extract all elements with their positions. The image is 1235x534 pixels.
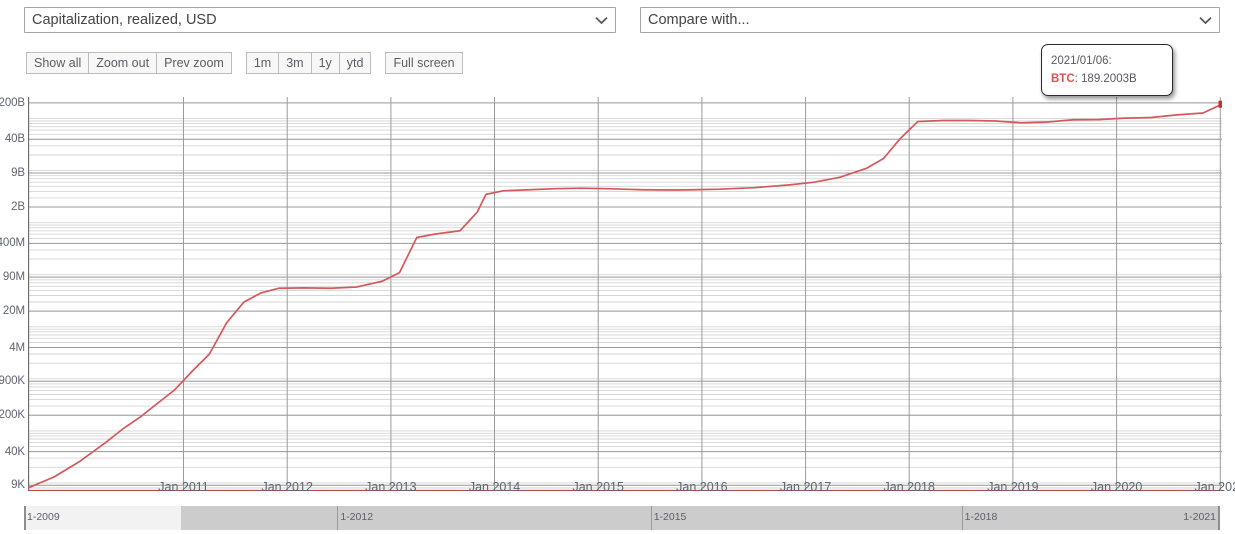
- navigator-tick-label: 1-2009: [27, 511, 60, 523]
- tooltip-series-name: BTC: [1051, 73, 1075, 85]
- chevron-down-icon: [1199, 8, 1212, 32]
- y-axis-tick-label: 2B: [11, 201, 25, 214]
- y-axis-labels: 9K40K200K900K4M20M90M400M2B9B40B200B: [0, 88, 25, 491]
- x-axis-labels: Jan 2011 Jan 2012 Jan 2013 Jan 2014 Jan 2015…: [0, 480, 1235, 500]
- y-axis-tick-label: 200B: [0, 96, 25, 109]
- x-axis-tick-label: Jan 2021: [1194, 480, 1235, 494]
- compare-select-value: Compare with...: [648, 12, 750, 28]
- series-plot: [28, 97, 1222, 491]
- period-1y-button[interactable]: 1y: [310, 52, 340, 74]
- navigator-tick: [337, 506, 339, 530]
- x-axis-tick-label: Jan 2016: [676, 480, 728, 494]
- navigator-tick-label: 1-2015: [653, 511, 687, 523]
- period-1m-button[interactable]: 1m: [245, 52, 280, 74]
- chart-area[interactable]: 9K40K200K900K4M20M90M400M2B9B40B200B Jan…: [0, 88, 1235, 494]
- fullscreen-button-group: Full screen: [385, 52, 463, 74]
- range-selector: Show all Zoom out Prev zoom 1m 3m 1y ytd…: [26, 52, 463, 74]
- x-axis-tick-label: Jan 2017: [779, 480, 832, 494]
- navigator-handle-left[interactable]: [24, 506, 26, 530]
- x-axis-tick-label: Jan 2012: [261, 480, 313, 494]
- y-axis-tick-label: 90M: [2, 271, 25, 284]
- x-axis-tick-label: Jan 2014: [468, 480, 521, 494]
- full-screen-button[interactable]: Full screen: [385, 52, 463, 74]
- navigator[interactable]: 1-2009 1-2012 1-2015 1-2018 1-2021: [24, 506, 1220, 530]
- period-ytd-button[interactable]: ytd: [338, 52, 372, 74]
- navigator-tick: [650, 506, 652, 530]
- navigator-tick: [961, 506, 963, 530]
- period-button-group: 1m 3m 1y ytd: [245, 52, 372, 74]
- x-axis-tick-label: Jan 2011: [158, 480, 209, 494]
- zoom-out-button[interactable]: Zoom out: [88, 52, 158, 74]
- y-axis-tick-label: 200K: [0, 409, 25, 422]
- x-axis-tick-label: Jan 2015: [572, 480, 624, 494]
- navigator-tick-label: 1-2018: [964, 511, 998, 523]
- plot-area[interactable]: [28, 97, 1222, 534]
- tooltip-value: 189.2003B: [1081, 73, 1137, 85]
- navigator-band: [807, 506, 1220, 530]
- navigator-tick-label: 1-2021: [1183, 511, 1216, 523]
- prev-zoom-button[interactable]: Prev zoom: [156, 52, 232, 74]
- selector-row: Capitalization, realized, USD Compare wi…: [24, 7, 1220, 35]
- x-axis-tick-label: Jan 2018: [883, 480, 935, 494]
- navigator-tick-label: 1-2012: [340, 511, 374, 523]
- zoom-button-group: Show all Zoom out Prev zoom: [26, 52, 232, 74]
- period-3m-button[interactable]: 3m: [278, 52, 312, 74]
- chevron-down-icon: [595, 8, 608, 32]
- x-axis-tick-label: Jan 2019: [987, 480, 1039, 494]
- y-axis-tick-label: 40B: [4, 133, 25, 146]
- show-all-button[interactable]: Show all: [26, 52, 90, 74]
- compare-select[interactable]: Compare with...: [640, 7, 1220, 33]
- tooltip-date: 2021/01/06:: [1051, 55, 1112, 67]
- x-axis-tick-label: Jan 2013: [365, 480, 417, 494]
- y-axis-tick-label: 4M: [9, 341, 25, 354]
- navigator-track[interactable]: 1-2009 1-2012 1-2015 1-2018 1-2021: [24, 506, 1220, 530]
- y-axis-tick-label: 40K: [4, 445, 25, 458]
- y-axis-tick-label: 20M: [2, 305, 25, 318]
- data-tooltip: 2021/01/06: BTC: 189.2003B: [1041, 44, 1173, 96]
- y-axis-tick-label: 9B: [11, 167, 25, 180]
- x-axis-tick-label: Jan 2020: [1090, 480, 1143, 494]
- realized-cap-chart-page: Capitalization, realized, USD Compare wi…: [0, 0, 1235, 534]
- tooltip-value-row: BTC: 189.2003B: [1051, 70, 1163, 88]
- navigator-handle-right[interactable]: [1218, 506, 1220, 530]
- y-axis-tick-label: 400M: [0, 237, 25, 250]
- metric-select-value: Capitalization, realized, USD: [32, 12, 217, 28]
- y-axis-tick-label: 900K: [0, 375, 25, 388]
- metric-select[interactable]: Capitalization, realized, USD: [24, 7, 616, 33]
